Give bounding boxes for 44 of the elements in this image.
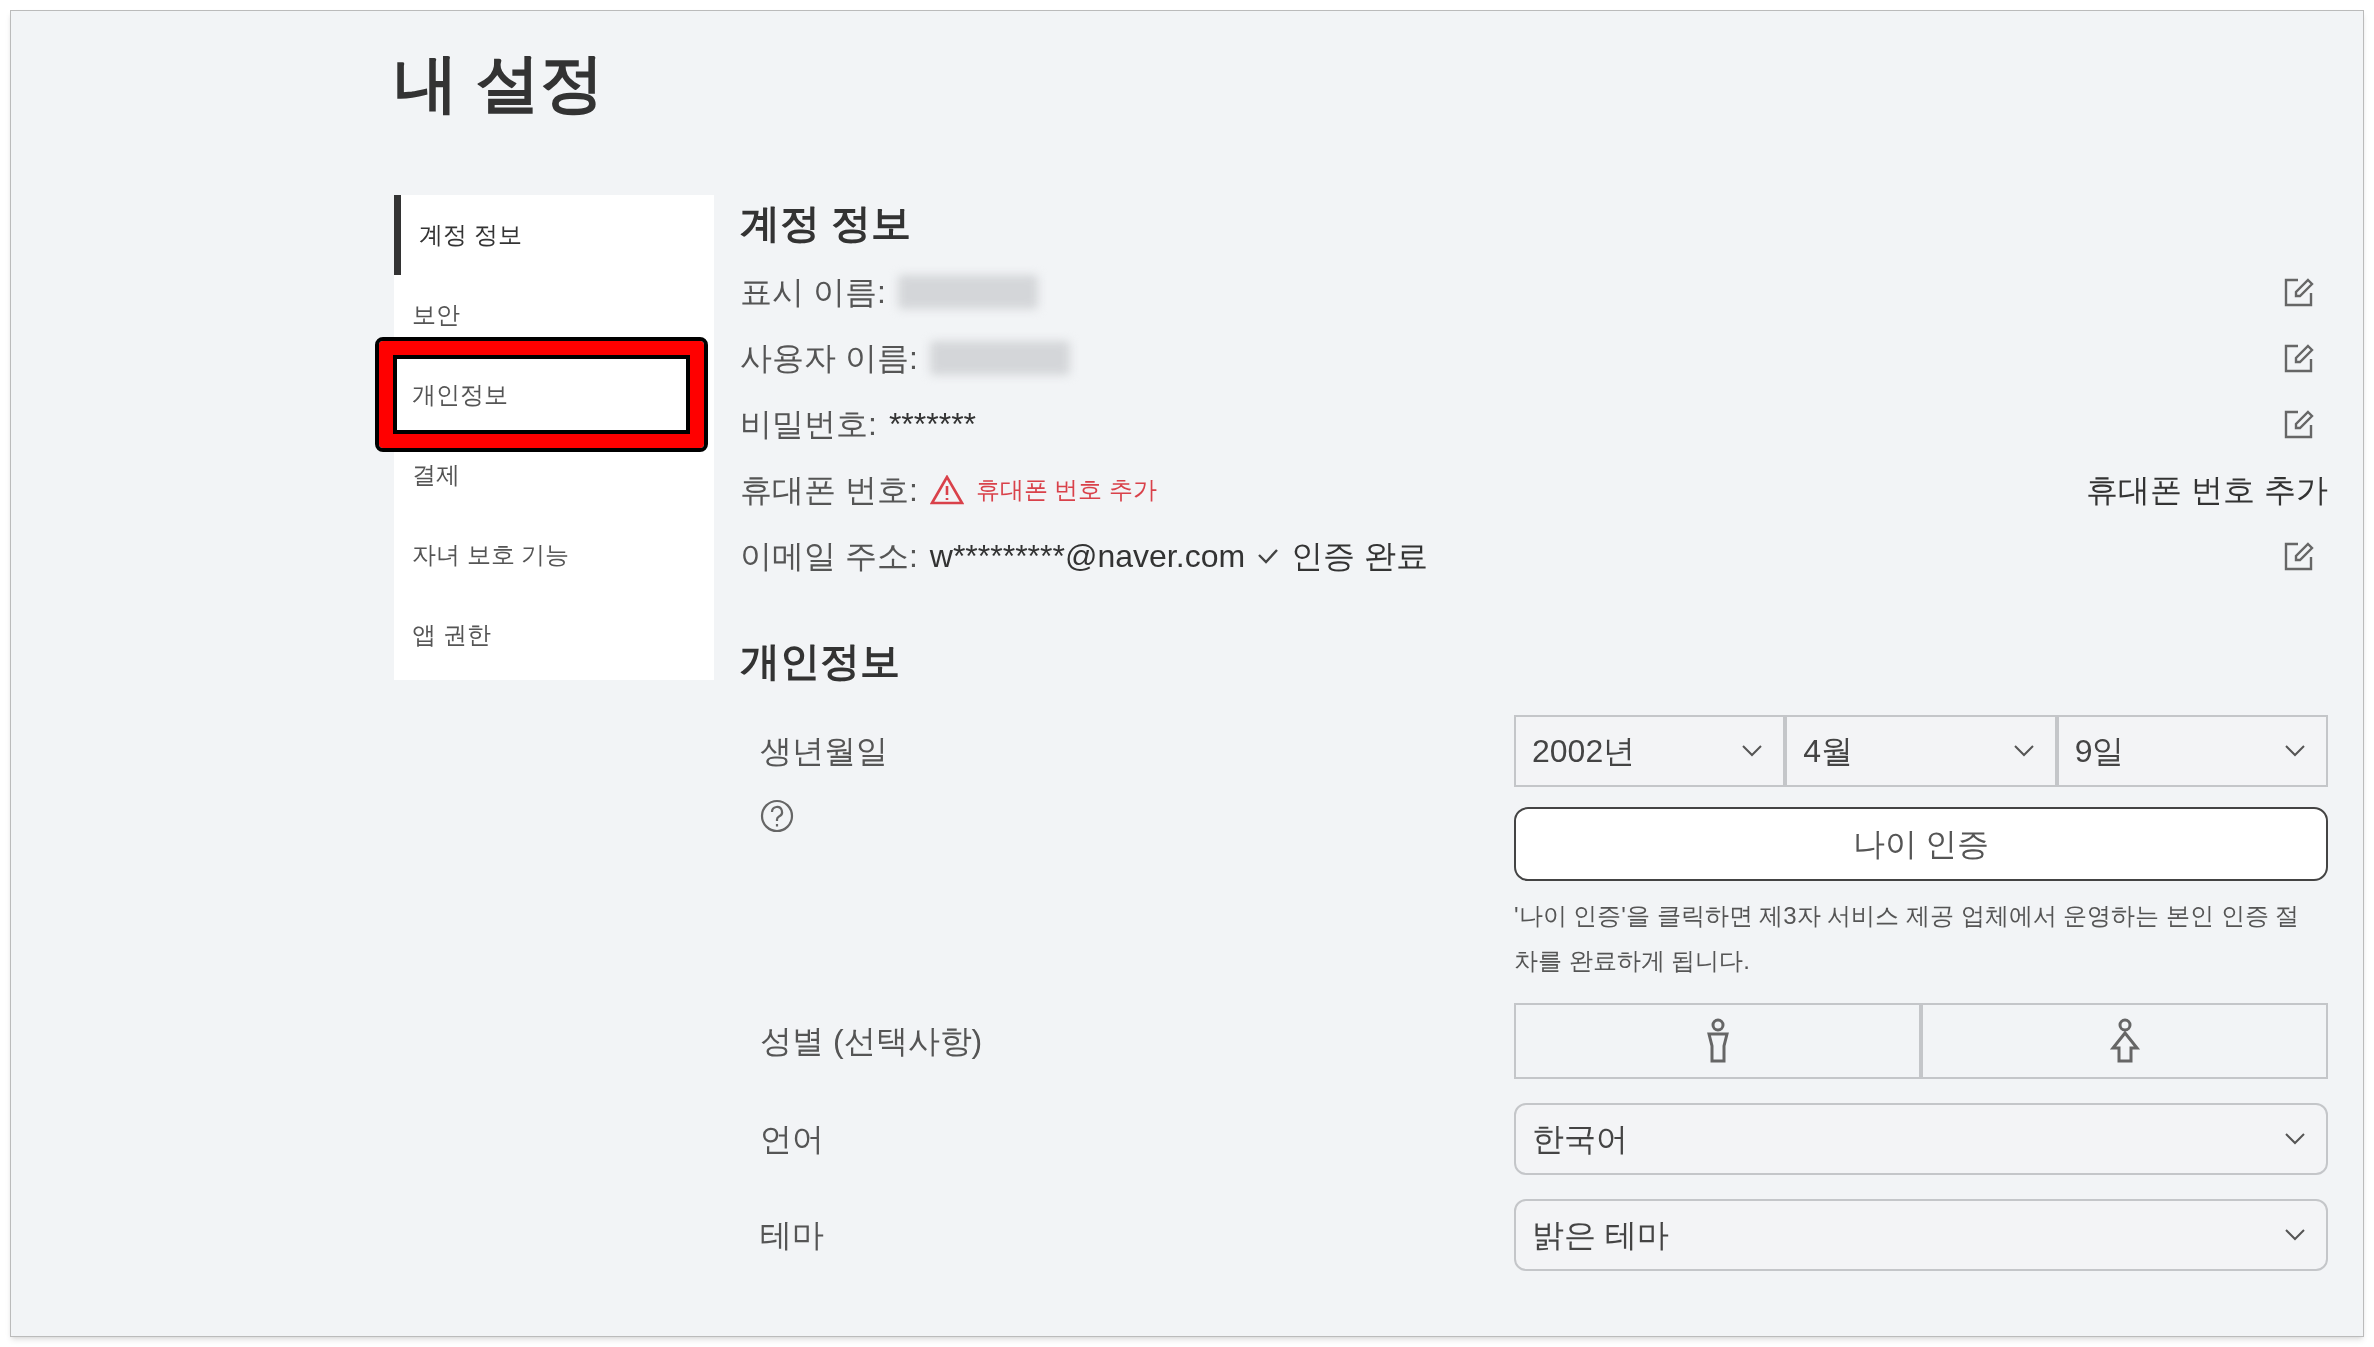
field-label: 사용자 이름: [740,339,918,378]
edit-button[interactable] [2284,277,2314,307]
age-verify-note: '나이 인증'을 클릭하면 제3자 서비스 제공 업체에서 운영하는 본인 인증 절차를 완료하게 됩니다. [1514,901,2301,976]
help-icon[interactable] [760,799,794,833]
password-value: ******* [888,405,977,444]
language-select[interactable]: 한국어 [1514,1103,2328,1175]
sidebar-item[interactable]: 결제 [394,435,714,515]
warning-icon [929,475,964,505]
sidebar-item[interactable]: 앱 권한 [394,595,714,675]
language-label: 언어 [759,1120,825,1159]
sidebar-item[interactable]: 계정 정보 [394,195,714,275]
section-heading: 계정 정보 [740,203,913,243]
male-figure-icon [1705,1018,1730,1064]
gender-label: 성별 (선택사항) [759,1022,984,1061]
chevron-down-icon [2012,744,2035,758]
age-verify-button[interactable]: 나이 인증 [1514,807,2328,881]
sidebar-item[interactable]: 보안 [394,275,714,355]
sidebar-item[interactable]: 개인정보 [394,355,714,435]
female-figure-icon [2108,1018,2141,1064]
edit-button[interactable] [2284,343,2314,373]
sidebar-item[interactable]: 자녀 보호 기능 [394,515,714,595]
check-icon [1257,548,1280,564]
date-select[interactable]: 2002년 [1514,715,1786,787]
add-phone-link[interactable]: 휴대폰 번호 추가 [2086,466,2328,514]
section-heading: 개인정보 [740,641,901,681]
chevron-down-icon [1741,744,1764,758]
chevron-down-icon [2284,1132,2306,1146]
field-label: 표시 이름: [740,273,886,312]
birth-date-label: 생년월일 [760,732,889,771]
edit-button[interactable] [2284,409,2314,439]
warning-text: 휴대폰 번호 추가 [975,475,1158,505]
field-label: 비밀번호: [740,405,877,444]
chevron-down-icon [2284,744,2306,758]
page-title: 내 설정 [394,51,605,115]
field-label: 휴대폰 번호: [740,471,918,510]
theme-select[interactable]: 밝은 테마 [1514,1199,2328,1271]
chevron-down-icon [2284,1228,2306,1242]
verified-status: 인증 완료 [1291,537,1428,576]
theme-label: 테마 [759,1216,825,1255]
date-select[interactable]: 9일 [2056,715,2328,787]
edit-button[interactable] [2284,541,2314,571]
email-value: w*********@naver.com [929,537,1246,576]
field-label: 이메일 주소: [740,537,918,576]
date-select[interactable]: 4월 [1785,715,2057,787]
